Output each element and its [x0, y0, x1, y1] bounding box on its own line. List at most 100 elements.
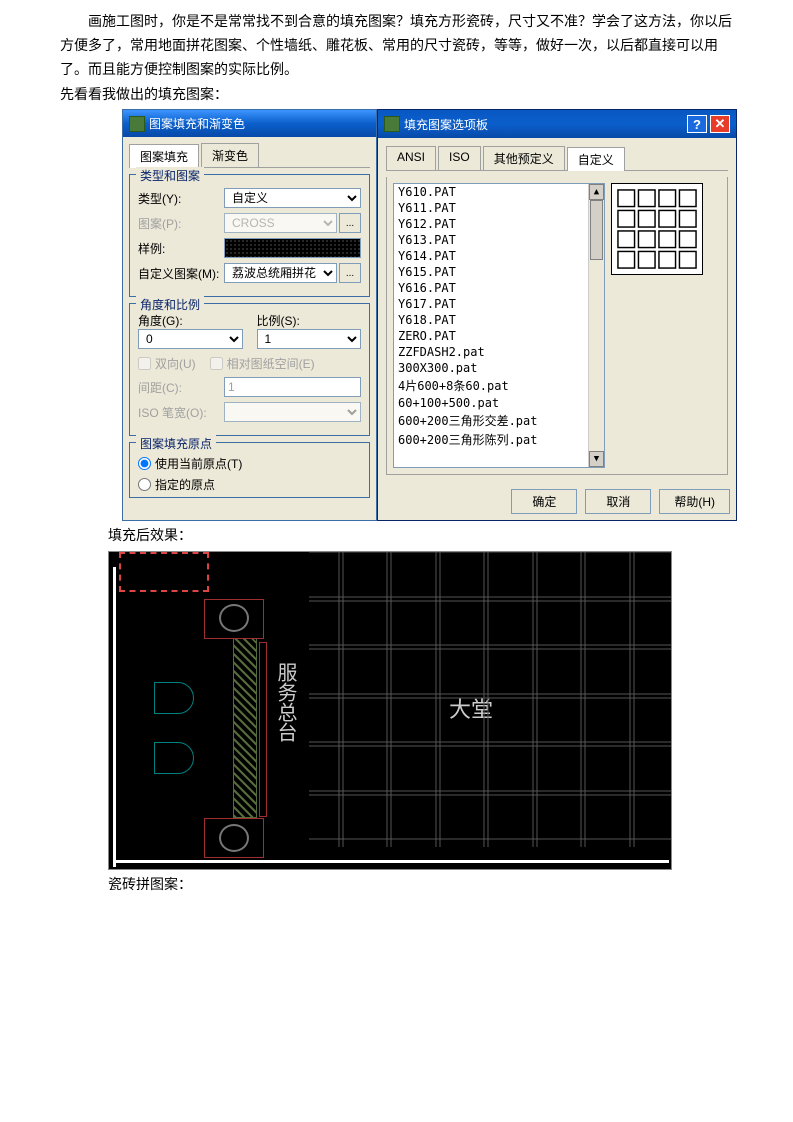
dialogs-area: 图案填充和渐变色 图案填充 渐变色 类型和图案 类型(Y): 自定义 图案(P)… — [122, 109, 793, 521]
cad-shape — [154, 742, 194, 774]
scrollbar-vertical[interactable]: ▲ ▼ — [588, 184, 604, 467]
cad-line — [113, 567, 116, 867]
pattern-list-item[interactable]: 300X300.pat — [394, 360, 604, 376]
hatch-dialog: 图案填充和渐变色 图案填充 渐变色 类型和图案 类型(Y): 自定义 图案(P)… — [122, 109, 377, 521]
pattern-list-item[interactable]: Y613.PAT — [394, 232, 604, 248]
cad-circle — [219, 604, 249, 632]
pattern-dialog-body: ANSI ISO 其他预定义 自定义 Y610.PATY611.PATY612.… — [378, 138, 736, 483]
input-spacing — [224, 377, 361, 397]
help-button-bottom[interactable]: 帮助(H) — [659, 489, 730, 514]
row-type: 类型(Y): 自定义 — [138, 188, 361, 208]
fieldset-origin-title: 图案填充原点 — [136, 435, 216, 452]
select-angle[interactable]: 0 — [138, 329, 243, 349]
select-iso-width — [224, 402, 361, 422]
pattern-list-item[interactable]: 60+100+500.pat — [394, 395, 604, 411]
checkbox-double: 双向(U) — [138, 355, 196, 372]
pattern-list-item[interactable]: Y615.PAT — [394, 264, 604, 280]
cad-viewport[interactable]: 服务总台 大堂 — [108, 551, 672, 870]
tile-grid-svg — [309, 552, 671, 847]
preview-grid-icon — [616, 188, 698, 270]
app-icon — [129, 116, 145, 132]
pattern-list-item[interactable]: Y610.PAT — [394, 184, 604, 200]
row-pattern: 图案(P): CROSS ... — [138, 213, 361, 233]
label-scale: 比例(S): — [257, 312, 362, 329]
fieldset-type-title: 类型和图案 — [136, 167, 204, 184]
pattern-list-item[interactable]: 600+200三角形交差.pat — [394, 411, 604, 430]
pattern-list-item[interactable]: ZERO.PAT — [394, 328, 604, 344]
fieldset-angle-scale: 角度和比例 角度(G): 0 比例(S): 1 双向(U) 相对图纸空间(E) — [129, 303, 370, 436]
cad-tile-grid — [309, 552, 671, 847]
ok-button[interactable]: 确定 — [511, 489, 577, 514]
pattern-preview[interactable] — [611, 183, 703, 275]
pattern-tabs: ANSI ISO 其他预定义 自定义 — [386, 146, 728, 171]
hatch-dialog-titlebar[interactable]: 图案填充和渐变色 — [123, 110, 376, 137]
cad-shape — [154, 682, 194, 714]
tab-custom[interactable]: 自定义 — [567, 147, 625, 171]
label-custom-pattern: 自定义图案(M): — [138, 265, 224, 282]
radio-current-input[interactable] — [138, 457, 151, 470]
pattern-listbox[interactable]: Y610.PATY611.PATY612.PATY613.PATY614.PAT… — [393, 183, 605, 468]
select-scale[interactable]: 1 — [257, 329, 362, 349]
label-iso-width: ISO 笔宽(O): — [138, 404, 224, 421]
close-button[interactable]: ✕ — [710, 115, 730, 133]
row-spacing: 间距(C): — [138, 377, 361, 397]
pattern-content-area: Y610.PATY611.PATY612.PATY613.PATY614.PAT… — [386, 177, 728, 475]
fieldset-origin: 图案填充原点 使用当前原点(T) 指定的原点 — [129, 442, 370, 498]
pattern-list-item[interactable]: 4片600+8条60.pat — [394, 376, 604, 395]
row-custom-pattern: 自定义图案(M): 荔波总统厢拼花 ... — [138, 263, 361, 283]
pattern-list-item[interactable]: Y617.PAT — [394, 296, 604, 312]
pattern-browse-button[interactable]: ... — [339, 213, 361, 233]
label-pattern: 图案(P): — [138, 215, 224, 232]
help-button[interactable]: ? — [687, 115, 707, 133]
hatch-dialog-title-text: 图案填充和渐变色 — [149, 115, 245, 132]
pattern-list-item[interactable]: ZZFDASH2.pat — [394, 344, 604, 360]
pattern-dialog-title-text: 填充图案选项板 — [404, 116, 488, 133]
cancel-button[interactable]: 取消 — [585, 489, 651, 514]
label-angle: 角度(G): — [138, 312, 243, 329]
tab-ansi[interactable]: ANSI — [386, 146, 436, 170]
cad-circle — [219, 824, 249, 852]
cad-red-bar — [259, 642, 267, 817]
select-custom-pattern[interactable]: 荔波总统厢拼花 — [224, 263, 337, 283]
custom-pattern-browse-button[interactable]: ... — [339, 263, 361, 283]
pattern-list-item[interactable]: Y614.PAT — [394, 248, 604, 264]
checkbox-double-input — [138, 357, 151, 370]
fieldset-type-pattern: 类型和图案 类型(Y): 自定义 图案(P): CROSS ... 样例: — [129, 174, 370, 297]
scroll-up-icon[interactable]: ▲ — [589, 184, 604, 200]
radio-current-origin[interactable]: 使用当前原点(T) — [138, 455, 361, 472]
checkbox-relative-paper: 相对图纸空间(E) — [210, 355, 315, 372]
select-pattern: CROSS — [224, 213, 337, 233]
row-sample: 样例: — [138, 238, 361, 258]
caption-fill-effect: 填充后效果： — [108, 521, 793, 549]
label-sample: 样例: — [138, 240, 224, 257]
pattern-options-dialog: 填充图案选项板 ? ✕ ANSI ISO 其他预定义 自定义 Y610.PATY… — [377, 109, 737, 521]
caption-tile-pattern: 瓷砖拼图案： — [108, 870, 793, 898]
pattern-list-item[interactable]: Y616.PAT — [394, 280, 604, 296]
pattern-list-item[interactable]: Y618.PAT — [394, 312, 604, 328]
swatch-preview[interactable] — [224, 238, 361, 258]
document-body: 画施工图时，你是不是常常找不到合意的填充图案？填充方形瓷砖，尺寸又不准？学会了这… — [0, 0, 793, 107]
scroll-thumb[interactable] — [590, 200, 603, 260]
app-icon — [384, 116, 400, 132]
row-iso-width: ISO 笔宽(O): — [138, 402, 361, 422]
pattern-dialog-titlebar[interactable]: 填充图案选项板 ? ✕ — [378, 110, 736, 138]
radio-specified-origin[interactable]: 指定的原点 — [138, 476, 361, 493]
tab-other-predef[interactable]: 其他预定义 — [483, 146, 565, 170]
select-type[interactable]: 自定义 — [224, 188, 361, 208]
pattern-list-item[interactable]: 600+200三角形陈列.pat — [394, 430, 604, 449]
cad-text-vertical: 服务总台 — [271, 662, 300, 742]
cad-hatch — [233, 638, 257, 818]
scroll-down-icon[interactable]: ▼ — [589, 451, 604, 467]
pattern-list-item[interactable]: 600+60边.pat — [394, 449, 604, 452]
tab-gradient[interactable]: 渐变色 — [201, 143, 259, 167]
radio-specified-input[interactable] — [138, 478, 151, 491]
pattern-list-item[interactable]: Y612.PAT — [394, 216, 604, 232]
tab-iso[interactable]: ISO — [438, 146, 481, 170]
tab-hatch-fill[interactable]: 图案填充 — [129, 144, 199, 168]
cad-dashed — [119, 552, 209, 592]
checkbox-relative-input — [210, 357, 223, 370]
paragraph-1: 画施工图时，你是不是常常找不到合意的填充图案？填充方形瓷砖，尺寸又不准？学会了这… — [60, 10, 738, 81]
paragraph-2: 先看看我做出的填充图案： — [60, 83, 738, 107]
fieldset-angle-title: 角度和比例 — [136, 296, 204, 313]
pattern-list-item[interactable]: Y611.PAT — [394, 200, 604, 216]
